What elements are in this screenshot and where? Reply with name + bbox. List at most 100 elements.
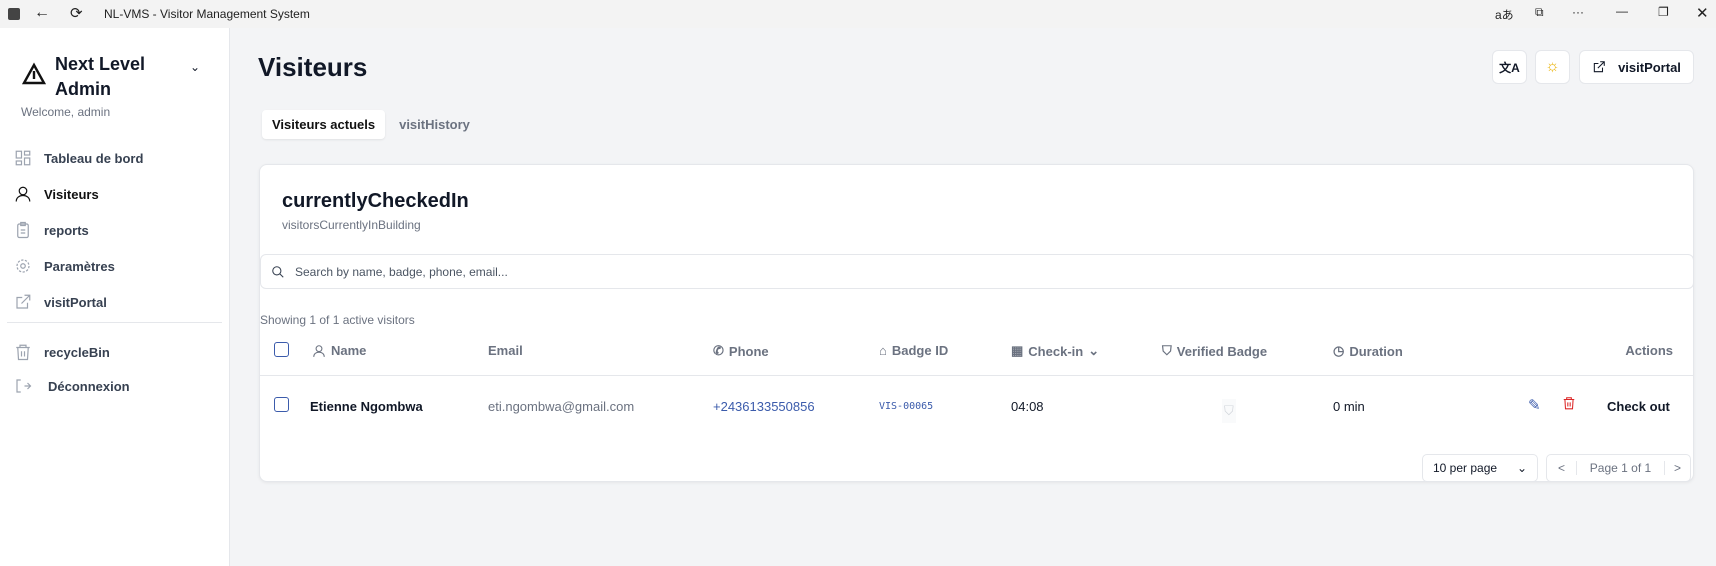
language-button[interactable]: 文A: [1492, 50, 1527, 84]
trash-icon: [16, 344, 30, 361]
tabs: Visiteurs actuels visitHistory: [259, 107, 483, 142]
column-name[interactable]: Name: [312, 343, 366, 358]
row-checkbox[interactable]: [274, 397, 289, 412]
column-label: Check-in: [1028, 343, 1084, 359]
edit-button[interactable]: ✎: [1528, 396, 1541, 414]
visitor-badge-id: VIS-00065: [879, 401, 934, 412]
dashboard-icon: [15, 150, 31, 166]
card-subtitle: visitorsCurrentlyInBuilding: [282, 218, 421, 232]
column-badge: ⌂ Badge ID: [879, 343, 948, 358]
org-switcher[interactable]: Next Level Admin: [55, 52, 145, 102]
divider: [7, 322, 222, 323]
column-duration: ◷ Duration: [1333, 343, 1403, 359]
translate-icon: 文A: [1499, 60, 1520, 75]
user-icon: [15, 186, 31, 202]
shield-icon: ⛉: [1162, 343, 1172, 358]
theme-toggle-button[interactable]: ☼: [1535, 50, 1570, 84]
card-title: currentlyCheckedIn: [282, 190, 469, 212]
search-input[interactable]: Search by name, badge, phone, email...: [260, 254, 1694, 289]
more-icon[interactable]: ···: [1572, 5, 1584, 19]
user-icon: [313, 344, 325, 357]
sidebar-item-recyclebin[interactable]: recycleBin: [14, 343, 110, 361]
minimize-icon[interactable]: —: [1616, 4, 1628, 18]
org-name-line1: Next Level: [55, 54, 146, 74]
visitor-checkin-time: 04:08: [1011, 399, 1044, 414]
sidebar-item-settings[interactable]: Paramètres: [14, 257, 115, 275]
tag-icon: ⌂: [879, 343, 887, 358]
chevron-down-icon[interactable]: ⌄: [190, 60, 200, 74]
restore-icon[interactable]: ❐: [1658, 5, 1669, 19]
unverified-shield-icon: ⛉: [1222, 399, 1236, 423]
pencil-icon: ✎: [1528, 397, 1541, 414]
sidebar-item-visitors[interactable]: Visiteurs: [14, 185, 99, 203]
back-icon[interactable]: ←: [34, 4, 50, 22]
tab-current-visitors[interactable]: Visiteurs actuels: [262, 110, 386, 139]
chevron-down-icon: ⌄: [1088, 343, 1100, 358]
column-label: Badge ID: [891, 343, 949, 358]
visitor-name: Etienne Ngombwa: [310, 399, 423, 414]
visitor-phone[interactable]: +2436133550856: [713, 399, 815, 414]
sidebar-item-visitportal[interactable]: visitPortal: [14, 293, 107, 311]
per-page-value: 10 per page: [1433, 461, 1498, 475]
prev-page-button[interactable]: <: [1547, 461, 1577, 475]
search-icon: [272, 265, 284, 278]
external-link-icon: [1593, 61, 1605, 73]
sidebar: Next Level Admin ⌄ Welcome, admin Tablea…: [0, 28, 230, 566]
delete-button[interactable]: [1562, 396, 1576, 413]
logout-button[interactable]: Déconnexion: [14, 377, 130, 395]
sidebar-item-label: visitPortal: [44, 294, 107, 310]
calendar-icon: ▦: [1011, 343, 1024, 358]
select-all-checkbox[interactable]: [274, 342, 289, 357]
refresh-icon[interactable]: ⟳: [70, 4, 83, 22]
sidebar-item-label: recycleBin: [44, 344, 110, 360]
sidebar-item-label: Tableau de bord: [44, 150, 144, 166]
column-label: Name: [331, 343, 367, 358]
logo-icon: [22, 62, 46, 85]
close-icon[interactable]: ✕: [1696, 4, 1709, 22]
trash-icon: [1563, 397, 1575, 410]
visitor-duration: 0 min: [1333, 399, 1365, 414]
pagination: < Page 1 of 1 >: [1546, 454, 1691, 482]
header-divider: [260, 375, 1694, 376]
clipboard-icon: [17, 221, 29, 239]
clock-icon: ◷: [1333, 343, 1345, 358]
column-actions: Actions: [1625, 343, 1673, 358]
sidebar-item-label: Visiteurs: [44, 186, 99, 202]
gear-icon: [16, 259, 30, 273]
window-title: NL-VMS - Visitor Management System: [104, 7, 310, 21]
column-phone: ✆ Phone: [713, 343, 769, 359]
column-label: Duration: [1349, 343, 1403, 359]
sidebar-item-label: Paramètres: [44, 258, 115, 274]
results-count: Showing 1 of 1 active visitors: [260, 313, 415, 327]
page-title: Visiteurs: [258, 52, 368, 82]
column-label: Phone: [728, 343, 769, 359]
external-link-icon: [16, 294, 31, 309]
title-bar: ← ⟳ NL-VMS - Visitor Management System a…: [0, 0, 1716, 28]
sidebar-item-dashboard[interactable]: Tableau de bord: [14, 149, 143, 167]
check-out-button[interactable]: Check out: [1607, 399, 1670, 414]
logout-icon: [16, 379, 32, 393]
visit-portal-button[interactable]: visitPortal: [1579, 50, 1694, 84]
column-email: Email: [488, 343, 523, 358]
sidebar-item-reports[interactable]: reports: [14, 221, 89, 239]
app-icon: [8, 8, 20, 20]
app-available-icon[interactable]: ⧉: [1535, 5, 1544, 20]
welcome-text: Welcome, admin: [21, 105, 111, 119]
page-indicator: Page 1 of 1: [1589, 461, 1652, 475]
column-label: Email: [488, 343, 523, 358]
logout-label: Déconnexion: [48, 378, 130, 394]
chevron-down-icon: ⌄: [1516, 461, 1527, 475]
visitor-email: eti.ngombwa@gmail.com: [488, 399, 635, 414]
tab-visit-history[interactable]: visitHistory: [389, 110, 480, 139]
phone-icon: ✆: [713, 343, 724, 358]
next-page-button[interactable]: >: [1664, 461, 1690, 475]
sun-icon: ☼: [1545, 58, 1560, 75]
org-name-line2: Admin: [55, 79, 111, 99]
visit-portal-label: visitPortal: [1618, 59, 1681, 75]
visitors-card: currentlyCheckedIn visitorsCurrentlyInBu…: [259, 164, 1694, 482]
search-placeholder: Search by name, badge, phone, email...: [295, 264, 508, 279]
translate-browser-icon[interactable]: aあ: [1495, 6, 1514, 23]
column-verified-badge: ⛉ Verified Badge: [1162, 343, 1267, 359]
column-checkin[interactable]: ▦ Check-in ⌄: [1011, 343, 1099, 359]
per-page-select[interactable]: 10 per page ⌄: [1422, 454, 1538, 482]
